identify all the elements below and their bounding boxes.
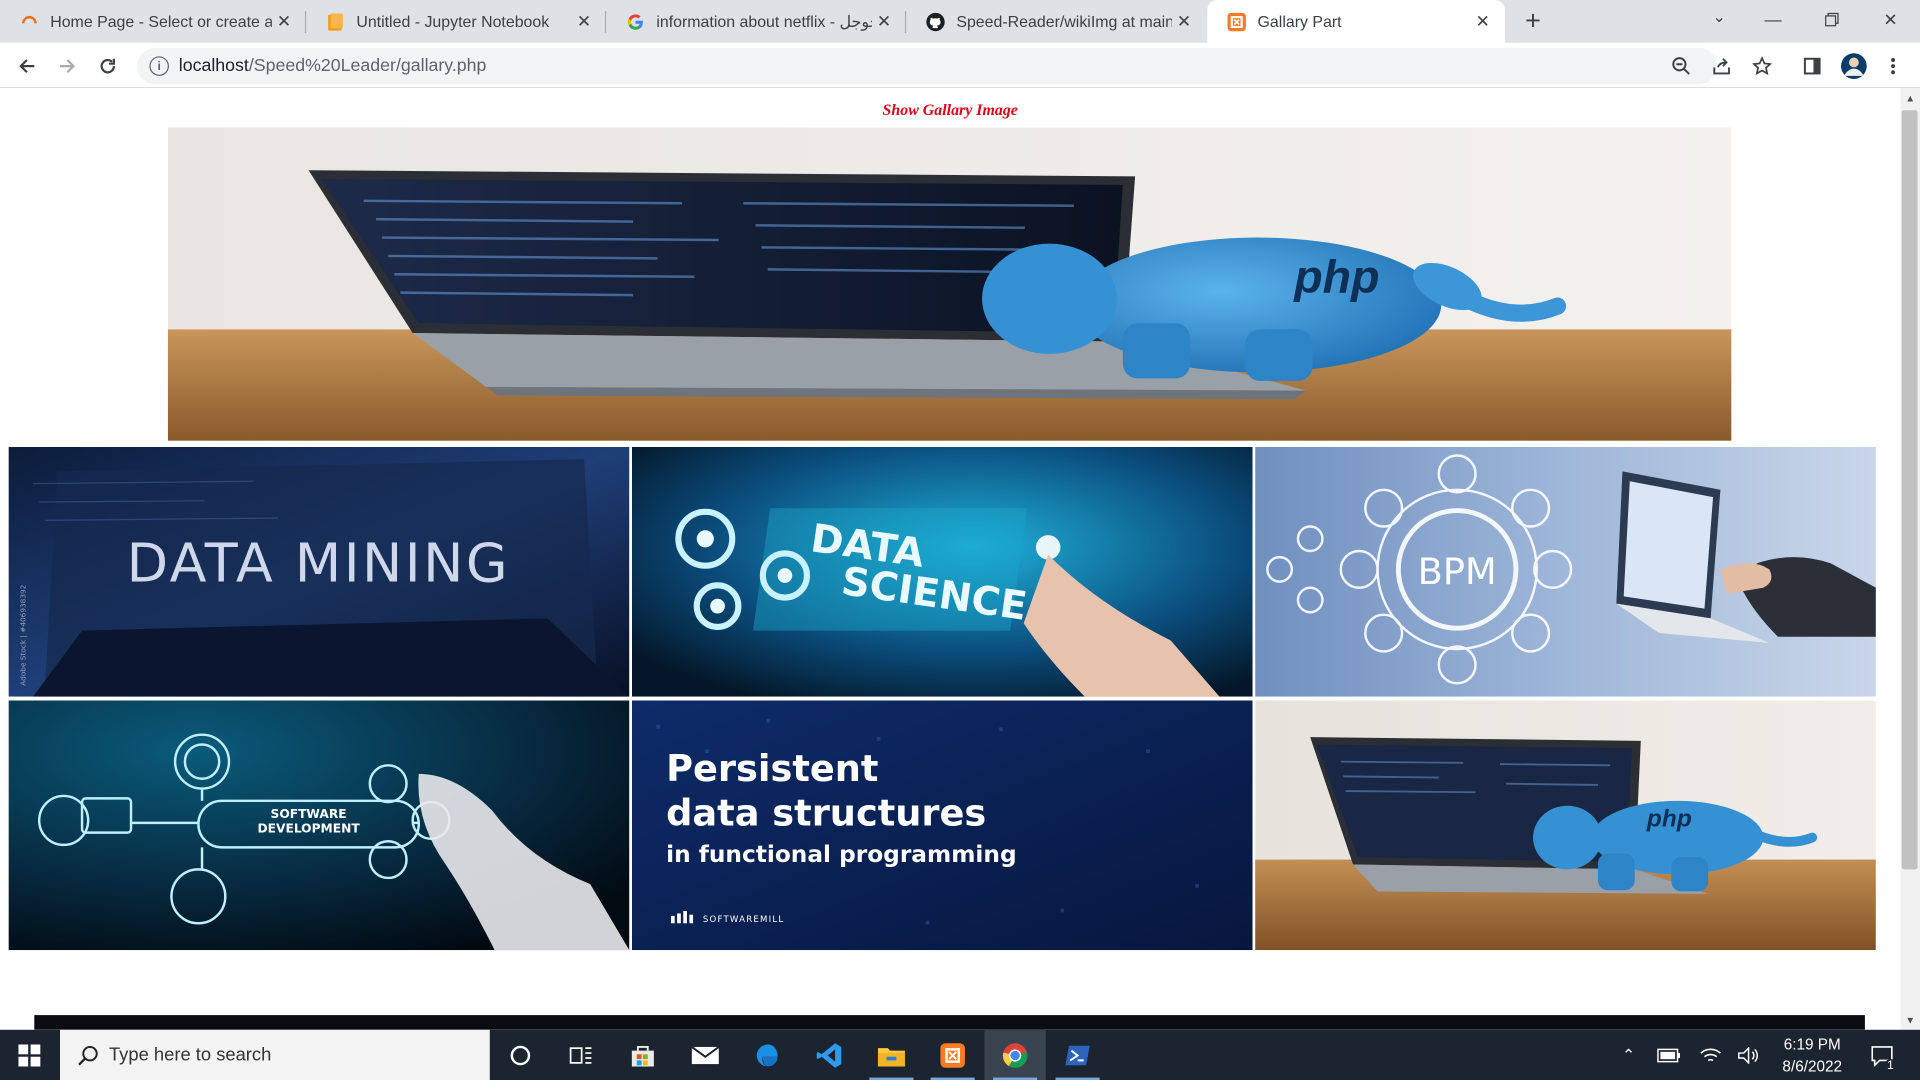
windows-logo-icon bbox=[18, 1043, 41, 1066]
jupyter-icon bbox=[326, 12, 346, 32]
gallery-image-data-science[interactable]: DATA SCIENCE bbox=[631, 446, 1253, 697]
window-controls: — ✕ bbox=[1744, 0, 1920, 43]
tile-caption: php bbox=[1646, 806, 1692, 833]
page-content: Show Gallary Image php DATA MINING Adobe… bbox=[0, 88, 1901, 1030]
mail-icon[interactable] bbox=[675, 1030, 736, 1080]
scroll-up-arrow-icon[interactable]: ▲ bbox=[1900, 91, 1920, 108]
url-path: /Speed%20Leader/gallary.php bbox=[248, 56, 487, 76]
tab-github[interactable]: Speed-Reader/wikiImg at main · G ✕ bbox=[906, 0, 1206, 43]
wifi-icon[interactable] bbox=[1697, 1030, 1724, 1080]
close-tab-icon[interactable]: ✕ bbox=[272, 11, 296, 32]
search-placeholder: Type here to search bbox=[108, 1044, 272, 1066]
tile-title-line2: data structures bbox=[666, 791, 986, 834]
kebab-menu-icon[interactable] bbox=[1881, 54, 1905, 78]
loading-spinner-icon bbox=[20, 12, 40, 32]
xampp-icon[interactable] bbox=[922, 1030, 983, 1080]
tab-title: information about netflix - بحث جوجل bbox=[656, 11, 872, 31]
back-button[interactable] bbox=[11, 50, 43, 82]
tab-strip: Home Page - Select or create a n ✕ Untit… bbox=[0, 0, 1920, 43]
gallery-image-bpm[interactable]: BPM bbox=[1255, 446, 1876, 697]
search-icon bbox=[77, 1044, 99, 1066]
avatar[interactable] bbox=[1839, 51, 1868, 80]
clock-time: 6:19 PM bbox=[1783, 1035, 1841, 1054]
cortana-icon[interactable] bbox=[490, 1030, 551, 1080]
tile-title-line3: in functional programming bbox=[666, 841, 1016, 868]
taskbar-search-input[interactable]: Type here to search bbox=[60, 1029, 490, 1080]
xampp-icon bbox=[1227, 12, 1247, 32]
new-tab-button[interactable]: + bbox=[1517, 5, 1549, 37]
task-view-icon[interactable] bbox=[551, 1030, 612, 1080]
minimize-button[interactable]: — bbox=[1744, 0, 1803, 39]
gallery-image-php[interactable]: php bbox=[1255, 700, 1876, 951]
arrow-left-icon bbox=[19, 59, 35, 74]
address-bar[interactable]: i localhost/Speed%20Leader/gallary.php bbox=[137, 47, 1717, 85]
close-tab-icon[interactable]: ✕ bbox=[1172, 11, 1196, 32]
reload-icon bbox=[100, 58, 115, 74]
watermark: Adobe Stock | #406938392 bbox=[19, 585, 28, 686]
gallery-image-software-development[interactable]: SOFTWARE DEVELOPMENT bbox=[8, 700, 630, 951]
brand-label: SOFTWAREMILL bbox=[703, 915, 785, 925]
info-icon[interactable]: i bbox=[149, 56, 169, 76]
share-icon[interactable] bbox=[1709, 54, 1733, 78]
tab-title: Speed-Reader/wikiImg at main · G bbox=[956, 12, 1172, 31]
notification-center-icon[interactable]: 1 bbox=[1864, 1030, 1901, 1080]
vscode-icon[interactable] bbox=[798, 1030, 859, 1080]
page-title: Show Gallary Image bbox=[882, 100, 1018, 119]
tile-title-line1: SOFTWARE bbox=[271, 807, 347, 821]
side-panel-icon[interactable] bbox=[1800, 54, 1824, 78]
zoom-icon[interactable] bbox=[1669, 54, 1693, 78]
close-tab-icon[interactable]: ✕ bbox=[1471, 11, 1495, 32]
scrollbar-thumb[interactable] bbox=[1901, 110, 1918, 870]
restore-button[interactable] bbox=[1802, 0, 1861, 39]
bookmark-star-icon[interactable] bbox=[1750, 54, 1774, 78]
windows-taskbar: Type here to search ⌃ 6:19 PM 8/6/2022 1 bbox=[0, 1029, 1920, 1080]
hero-caption: php bbox=[1292, 251, 1379, 303]
arrow-right-icon bbox=[60, 59, 76, 74]
tab-home-page[interactable]: Home Page - Select or create a n ✕ bbox=[0, 0, 307, 43]
tab-title: Gallary Part bbox=[1257, 12, 1342, 31]
tile-title-line2: DEVELOPMENT bbox=[257, 822, 360, 836]
microsoft-store-icon[interactable] bbox=[612, 1030, 673, 1080]
tile-title: DATA MINING bbox=[127, 532, 510, 595]
vertical-scrollbar[interactable]: ▲ ▼ bbox=[1900, 88, 1920, 1030]
footer-bar bbox=[34, 1015, 1865, 1030]
powershell-icon[interactable] bbox=[1047, 1030, 1108, 1080]
tab-google-search[interactable]: information about netflix - بحث جوجل ✕ bbox=[606, 0, 907, 43]
github-icon bbox=[926, 12, 946, 32]
tab-title: Home Page - Select or create a n bbox=[50, 12, 272, 31]
notification-badge: 1 bbox=[1884, 1059, 1897, 1073]
gallery-image-data-mining[interactable]: DATA MINING Adobe Stock | #406938392 bbox=[8, 446, 630, 697]
edge-icon[interactable] bbox=[737, 1030, 798, 1080]
chrome-icon[interactable] bbox=[984, 1029, 1046, 1080]
chevron-down-icon[interactable]: ⌄ bbox=[1707, 7, 1731, 31]
tile-title-line1: Persistent bbox=[666, 747, 878, 790]
gallery-image-persistent-data-structures[interactable]: Persistent data structures in functional… bbox=[631, 700, 1253, 951]
url-host: localhost bbox=[178, 56, 249, 76]
clock-date: 8/6/2022 bbox=[1782, 1057, 1843, 1076]
close-tab-icon[interactable]: ✕ bbox=[572, 11, 596, 32]
reload-button[interactable] bbox=[92, 50, 124, 82]
close-tab-icon[interactable]: ✕ bbox=[872, 11, 896, 32]
start-button[interactable] bbox=[0, 1030, 59, 1080]
tab-title: Untitled - Jupyter Notebook bbox=[356, 12, 550, 31]
scroll-down-arrow-icon[interactable]: ▼ bbox=[1900, 1013, 1920, 1030]
restore-icon bbox=[1825, 12, 1839, 27]
chevron-up-icon[interactable]: ⌃ bbox=[1616, 1030, 1640, 1080]
tab-gallary-part[interactable]: Gallary Part ✕ bbox=[1207, 0, 1505, 43]
forward-button[interactable] bbox=[51, 50, 83, 82]
battery-icon[interactable] bbox=[1656, 1030, 1683, 1080]
browser-toolbar: i localhost/Speed%20Leader/gallary.php bbox=[0, 42, 1920, 89]
volume-icon[interactable] bbox=[1735, 1030, 1762, 1080]
google-icon bbox=[626, 12, 646, 32]
hero-image: php bbox=[167, 127, 1732, 441]
tab-jupyter[interactable]: Untitled - Jupyter Notebook ✕ bbox=[306, 0, 607, 43]
file-explorer-icon[interactable] bbox=[861, 1030, 922, 1080]
close-window-button[interactable]: ✕ bbox=[1861, 0, 1920, 39]
tile-title: BPM bbox=[1418, 550, 1497, 593]
url-text: localhost/Speed%20Leader/gallary.php bbox=[179, 56, 487, 76]
taskbar-clock[interactable]: 6:19 PM 8/6/2022 bbox=[1763, 1033, 1861, 1077]
